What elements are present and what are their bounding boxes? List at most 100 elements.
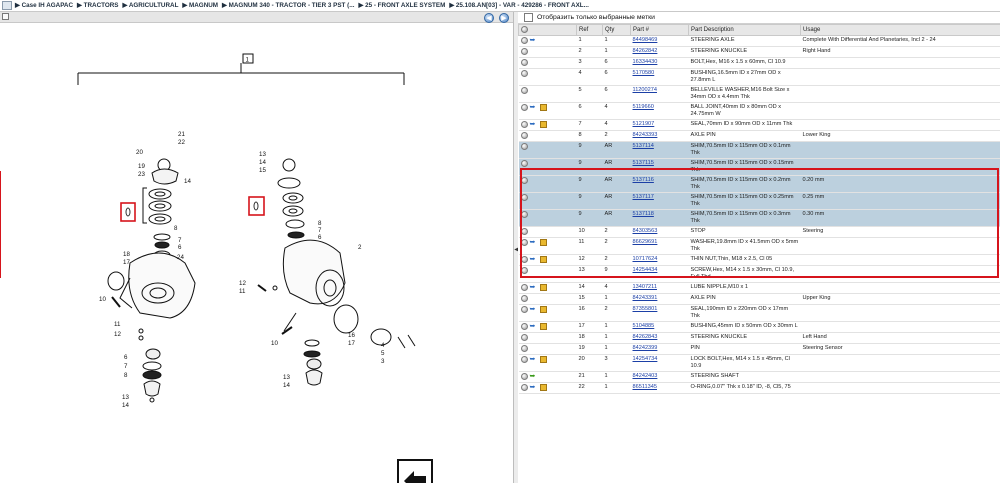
breadcrumb-item[interactable]: ▶ AGRICULTURAL [123,2,179,9]
table-row[interactable]: ➥ 11 2 86629691 WASHER,19.8mm ID x 41.5mm OD… [518,237,1000,255]
supersede-arrow-icon[interactable]: ➥ [530,37,538,44]
status-circle-icon[interactable] [520,142,528,150]
part-number-link[interactable]: 84262843 [633,334,658,340]
table-row[interactable]: 3 6 16334430 BOLT,Hex, M16 x 1.5 x 60mm, Cl… [518,57,1000,69]
package-icon[interactable] [539,255,547,263]
status-circle-icon[interactable] [520,69,528,77]
package-icon[interactable] [539,120,547,128]
home-icon[interactable] [2,1,12,10]
table-row[interactable]: 13 9 14254434 SCREW,Hex, M14 x 1.5 x 30mm, … [518,265,1000,283]
forward-arrow-icon[interactable]: ▶ [499,13,509,23]
callout-10[interactable]: 10 [99,296,106,303]
part-number-link[interactable]: 84243393 [633,132,658,138]
callout-22[interactable]: 22 [178,139,185,146]
table-row[interactable]: 9 AR 5137115 SHIM,70.5mm ID x 115mm OD x 0.… [518,158,1000,176]
table-row[interactable]: ➥ 16 2 87355801 SEAL,190mm ID x 220mm OD x 1… [518,304,1000,322]
callout-8[interactable]: 8 [174,225,178,232]
status-circle-icon[interactable] [520,266,528,274]
callout-r13[interactable]: 13 [259,151,266,158]
callout-r3[interactable]: 3 [381,358,385,365]
callout-24[interactable]: 24 [177,254,184,261]
callout-r12[interactable]: 12 [239,280,246,287]
column-header[interactable]: Part # [630,24,689,36]
table-row[interactable]: ➥ 21 1 84242403 STEERING SHAFT [518,371,1000,383]
status-circle-icon[interactable] [520,120,528,128]
package-icon[interactable] [539,322,547,330]
table-row[interactable]: 5 6 11200274 BELLEVILLE WASHER,M16 Bolt Siz… [518,85,1000,103]
breadcrumb-item[interactable]: ▶ Case IH AGAPAC [15,2,73,9]
table-row[interactable]: ➥ 22 1 86511345 O-RING,0.07" Thk x 0.18" ID,… [518,382,1000,394]
table-row[interactable]: ➥ 6 4 5119660 BALL JOINT,40mm ID x 80mm OD x… [518,102,1000,120]
callout-13[interactable]: 13 [122,394,129,401]
part-number-link[interactable]: 5170580 [633,70,655,76]
callout-12[interactable]: 12 [114,331,121,338]
status-circle-icon[interactable] [520,294,528,302]
status-circle-icon[interactable] [520,255,528,263]
status-circle-icon[interactable] [520,58,528,66]
status-circle-icon[interactable] [520,159,528,167]
status-circle-icon[interactable] [520,193,528,201]
supersede-arrow-icon[interactable]: ➥ [530,284,538,291]
supersede-arrow-icon[interactable]: ➥ [530,356,538,363]
table-row[interactable]: ➥ 12 2 10717624 THIN NUT,Thin, M18 x 2.5, Cl… [518,254,1000,266]
callout-group-1[interactable]: 1 [246,57,250,64]
zoom-icon[interactable] [2,13,9,20]
breadcrumb-item[interactable]: ▶ 25 - FRONT AXLE SYSTEM [358,2,445,9]
status-circle-icon[interactable] [520,238,528,246]
status-circle-icon[interactable] [520,86,528,94]
part-number-link[interactable]: 87355801 [633,306,658,312]
status-circle-icon[interactable] [520,103,528,111]
supersede-arrow-icon[interactable]: ➥ [530,384,538,391]
table-row[interactable]: ➥ 1 1 84498469 STEERING AXLE Complete With Di… [518,35,1000,47]
package-icon[interactable] [539,103,547,111]
status-circle-icon[interactable] [520,344,528,352]
table-row[interactable]: ➥ 17 1 5104885 BUSHING,45mm ID x 50mm OD x 3… [518,321,1000,333]
table-row[interactable]: ➥ 7 4 5121907 SEAL,70mm ID x 90mm OD x 11mm … [518,119,1000,131]
callout-19[interactable]: 19 [138,163,145,170]
callout-r16[interactable]: 16 [348,332,355,339]
status-circle-icon[interactable] [520,176,528,184]
callout-r4[interactable]: 4 [381,342,385,349]
callout-r2[interactable]: 2 [358,244,362,251]
callout-14[interactable]: 14 [184,178,191,185]
status-circle-icon[interactable] [520,210,528,218]
exploded-parts-diagram[interactable]: 21 22 20 19 23 14 8 7 6 24 18 17 10 11 1… [0,23,513,483]
table-row[interactable]: ➥ 14 4 13407211 LUBE NIPPLE,M10 x 1 [518,282,1000,294]
breadcrumb-item[interactable]: ▶ MAGNUM [182,2,218,9]
breadcrumb-item[interactable]: ▶ TRACTORS [77,2,118,9]
package-icon[interactable] [539,383,547,391]
status-circle-icon[interactable] [520,305,528,313]
part-number-link[interactable]: 86629691 [633,239,658,245]
callout-r13b[interactable]: 13 [283,374,290,381]
table-row[interactable]: 9 AR 5137117 SHIM,70.5mm ID x 115mm OD x 0.… [518,192,1000,210]
part-number-link[interactable]: 5104885 [633,323,655,329]
supersede-arrow-icon[interactable]: ➥ [530,306,538,313]
part-number-link[interactable]: 10717624 [633,256,658,262]
callout-23[interactable]: 23 [138,171,145,178]
supersede-arrow-icon[interactable]: ➥ [530,256,538,263]
supersede-arrow-icon[interactable]: ➥ [530,239,538,246]
table-row[interactable]: 8 2 84243393 AXLE PIN Lower King [518,130,1000,142]
part-number-link[interactable]: 14254434 [633,267,658,273]
part-number-link[interactable]: 84242399 [633,345,658,351]
callout-17[interactable]: 17 [123,259,130,266]
callout-r7[interactable]: 7 [318,227,322,234]
supersede-arrow-icon[interactable]: ➥ [530,121,538,128]
callout-18[interactable]: 18 [123,251,130,258]
part-number-link[interactable]: 5121907 [633,121,655,127]
callout-20[interactable]: 20 [136,149,143,156]
part-number-link[interactable]: 5137118 [633,211,654,217]
callout-r5[interactable]: 5 [381,350,385,357]
package-icon[interactable] [539,283,547,291]
return-icon[interactable] [397,459,433,483]
show-selected-checkbox[interactable] [524,13,533,22]
table-row[interactable]: 9 AR 5137118 SHIM,70.5mm ID x 115mm OD x 0.… [518,209,1000,227]
package-icon[interactable] [539,355,547,363]
callout-14b[interactable]: 14 [122,402,129,409]
callout-r11[interactable]: 11 [239,288,246,295]
callout-r14[interactable]: 14 [259,159,266,166]
table-row[interactable]: 4 6 5170580 BUSHING,16.5mm ID x 27mm OD x 2… [518,68,1000,86]
callout-8b[interactable]: 8 [124,372,128,379]
supersede-arrow-icon[interactable]: ➥ [530,104,538,111]
table-row[interactable]: 10 2 84303563 STOP Steering [518,226,1000,238]
